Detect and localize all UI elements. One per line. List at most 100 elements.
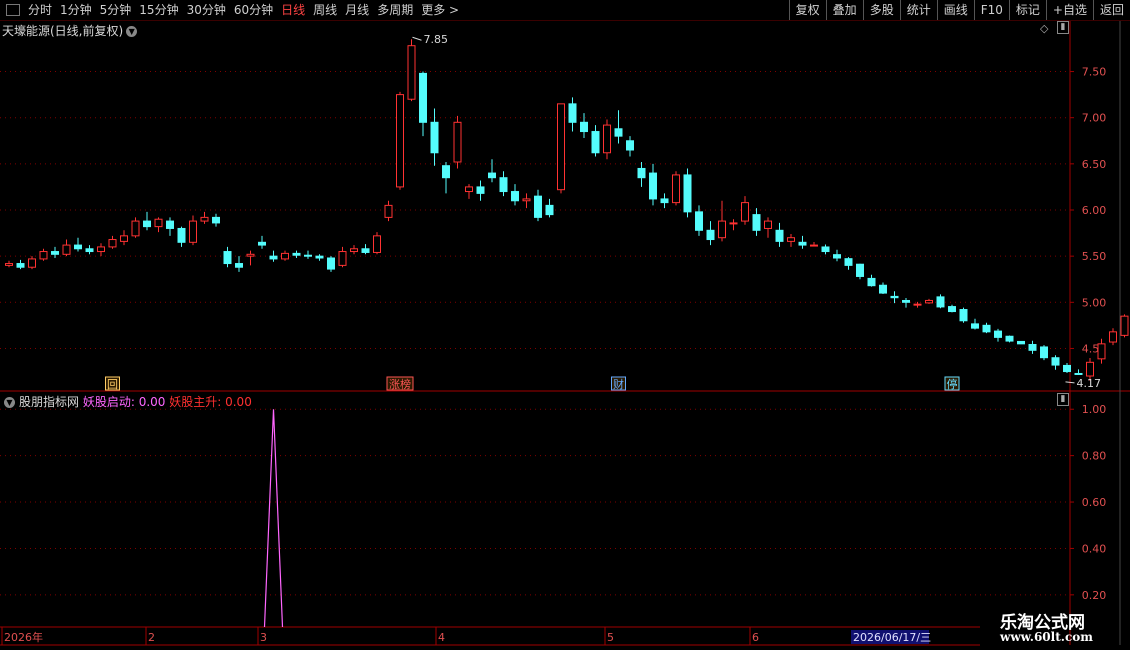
chart-canvas: 4.505.005.506.006.507.007.500.200.400.60… [0, 20, 1130, 646]
candle-body [396, 94, 404, 188]
candle-body [557, 103, 565, 191]
indicator-line1: 妖股启动: 0.00 [82, 395, 166, 409]
candle-body [246, 253, 255, 257]
candle-body [844, 258, 853, 266]
candle-body [143, 220, 151, 228]
candle-body [488, 172, 496, 179]
chevron-down-icon[interactable]: ▼ [126, 26, 138, 37]
event-marker-label: 涨榜 [389, 377, 411, 391]
window-icon[interactable] [6, 4, 20, 16]
candle-body [407, 45, 416, 100]
candle-body [798, 241, 807, 246]
candle-body [1028, 343, 1037, 351]
candle-body [212, 216, 220, 224]
candle-body [833, 254, 841, 259]
candle-body [5, 263, 13, 266]
candle-body [465, 186, 473, 193]
candle-body [292, 252, 301, 256]
candle-body [879, 284, 887, 294]
period-tab-2[interactable]: 5分钟 [96, 0, 136, 20]
candle-body [223, 251, 232, 265]
candle-body [649, 172, 657, 200]
toolbar-button-2[interactable]: 多股 [862, 0, 900, 20]
candle-body [350, 248, 358, 253]
candle-body [948, 306, 956, 313]
toolbar-button-4[interactable]: 画线 [936, 0, 974, 20]
stock-title: 天壕能源(日线,前复权) ▼ [2, 22, 138, 39]
period-tab-4[interactable]: 30分钟 [183, 0, 230, 20]
period-tab-7[interactable]: 周线 [309, 0, 341, 20]
candle-body [1063, 364, 1071, 373]
candle-body [499, 177, 508, 193]
main-y-tick-label: 6.00 [1082, 204, 1107, 217]
candle-body [1017, 340, 1025, 345]
candle-body [580, 121, 588, 133]
candle-body [442, 165, 450, 179]
period-toolbar: 分时 1分钟 5分钟 15分钟 30分钟 60分钟 日线 周线 月线 多周期 更多 > 复权 叠加 多股… [0, 0, 1130, 21]
candle-body [1120, 315, 1129, 336]
candle-body [200, 216, 209, 222]
x-tick-label: 6 [752, 631, 759, 644]
toolbar-button-5[interactable]: F10 [973, 0, 1009, 20]
candle-body [994, 330, 1002, 338]
candle-body [982, 324, 991, 333]
chevron-down-icon[interactable]: ▼ [4, 397, 15, 408]
x-tick-label: 2 [148, 631, 155, 644]
event-marker-label: 回 [107, 378, 118, 391]
min-price-label: 4.17 [1077, 377, 1102, 390]
candle-body [672, 174, 680, 204]
period-tab-0[interactable]: 分时 [24, 0, 56, 20]
x-tick-label: 2026年 [4, 630, 43, 644]
period-tab-8[interactable]: 月线 [341, 0, 373, 20]
candle-body [741, 202, 749, 222]
candle-body [154, 218, 163, 228]
candle-body [913, 303, 922, 306]
candle-body [384, 204, 393, 218]
candle-body [131, 220, 140, 237]
candle-body [856, 263, 864, 277]
candle-body [522, 198, 531, 202]
candle-body [787, 237, 795, 242]
candle-body [925, 299, 933, 304]
min-pointer [1065, 381, 1075, 384]
watermark-url: www.60lt.com [1000, 630, 1093, 644]
toolbar-button-1[interactable]: 叠加 [825, 0, 863, 20]
candle-body [534, 195, 542, 218]
candle-body [568, 103, 577, 123]
diamond-icon[interactable]: ◇ [1040, 22, 1048, 35]
candle-body [626, 140, 634, 151]
period-tab-10[interactable]: 更多 > [417, 0, 463, 20]
candle-body [304, 254, 312, 257]
yaogu-start-line [263, 409, 284, 628]
toolbar-button-3[interactable]: 统计 [899, 0, 937, 20]
main-y-tick-label: 7.00 [1082, 112, 1107, 125]
toolbar-button-8[interactable]: 返回 [1092, 0, 1130, 20]
candle-body [51, 251, 59, 255]
indicator-panel-toggle-icon[interactable]: ▮ [1057, 393, 1069, 406]
max-price-label: 7.85 [424, 33, 449, 46]
candle-body [511, 191, 519, 202]
candle-body [281, 252, 289, 260]
stock-title-text: 天壕能源(日线,前复权) [2, 24, 124, 38]
period-tab-3[interactable]: 15分钟 [135, 0, 182, 20]
candle-body [775, 229, 784, 242]
candle-body [315, 255, 324, 259]
candle-body [74, 244, 82, 250]
event-marker-label: 停 [947, 377, 958, 391]
candle-body [603, 124, 611, 154]
toolbar-button-6[interactable]: 标记 [1008, 0, 1046, 20]
period-tab-9[interactable]: 多周期 [373, 0, 417, 20]
candle-body [269, 255, 278, 260]
candle-body [1040, 346, 1048, 359]
candle-body [177, 227, 186, 243]
period-tab-1[interactable]: 1分钟 [56, 0, 96, 20]
period-tab-6[interactable]: 日线 [277, 0, 309, 20]
toolbar-button-0[interactable]: 复权 [788, 0, 826, 20]
period-tab-5[interactable]: 60分钟 [230, 0, 277, 20]
candle-body [718, 220, 726, 239]
candle-body [545, 204, 554, 216]
toolbar-button-7[interactable]: +自选 [1045, 0, 1093, 20]
panel-toggle-icon[interactable]: ▮ [1057, 21, 1069, 34]
candle-body [327, 257, 335, 270]
candle-body [1109, 331, 1117, 343]
